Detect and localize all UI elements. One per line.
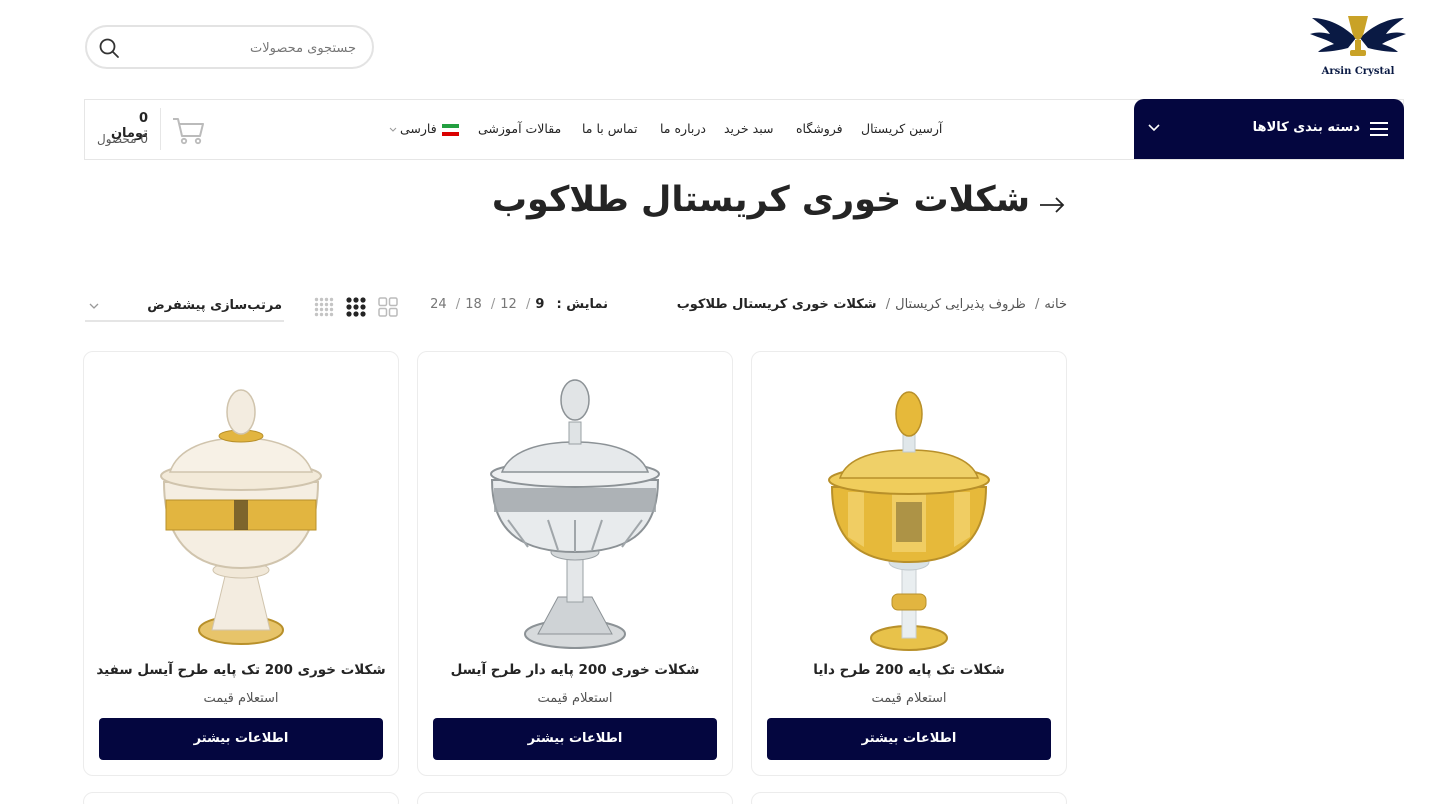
product-price: استعلام قیمت [871,691,947,706]
product-image-crystal-candy-dish[interactable] [418,372,732,657]
nav-item-cart[interactable]: سبد خرید [724,121,773,136]
cart-count: 0 محصول [97,132,148,146]
chevron-down-icon [89,303,99,309]
product-card[interactable]: شکلات تک پایه 200 طرح دایا استعلام قیمت … [751,351,1067,776]
nav-item-arsin-crystal[interactable]: آرسین کریستال [861,121,942,136]
sort-selected-label: مرتب‌سازی پیشفرض [147,298,282,313]
categories-label: دسته بندی کالاها [1252,120,1360,135]
product-image-white-gold-candy-dish[interactable] [84,372,398,657]
iran-flag-icon [442,124,459,136]
per-page-separator: / [490,297,496,312]
categories-dropdown[interactable]: دسته بندی کالاها [1134,99,1404,159]
per-page-separator: / [525,297,531,312]
nav-item-articles[interactable]: مقالات آموزشی [478,121,561,136]
product-card[interactable] [83,792,399,804]
breadcrumb-separator: / [885,297,891,312]
per-page-option[interactable]: 9 [535,297,544,312]
product-title[interactable]: شکلات خوری 200 پایه دار طرح آیسل [428,662,722,678]
breadcrumb-home[interactable]: خانه [1044,297,1067,312]
product-price: استعلام قیمت [203,691,279,706]
menu-icon [1370,122,1388,136]
per-page-label: نمایش : [556,297,608,312]
cart-divider [160,108,161,150]
chevron-down-icon [389,127,397,132]
product-title[interactable]: شکلات تک پایه 200 طرح دایا [762,662,1056,678]
more-info-button[interactable]: اطلاعات بیشتر [433,718,717,760]
search-bar [85,25,374,69]
more-info-button[interactable]: اطلاعات بیشتر [99,718,383,760]
breadcrumb: خانه / ظروف پذیرایی کریستال / شکلات خوری ک… [660,297,1067,312]
search-input[interactable] [156,37,356,59]
search-icon[interactable] [98,37,120,59]
product-card[interactable] [751,792,1067,804]
grid-3-icon[interactable] [346,297,366,317]
breadcrumb-separator: / [1035,297,1040,312]
nav-item-shop[interactable]: فروشگاه [796,121,843,136]
page-title: شکلات خوری کریستال طلاکوب [491,180,1030,220]
more-info-button[interactable]: اطلاعات بیشتر [767,718,1051,760]
language-selector[interactable]: فارسی [400,121,437,136]
grid-4-icon[interactable] [314,297,334,317]
nav-item-about[interactable]: درباره ما [660,121,706,136]
per-page-option[interactable]: 12 [500,297,517,312]
arrow-right-icon[interactable] [1038,193,1066,217]
nav-item-contact[interactable]: تماس با ما [582,121,638,136]
product-card[interactable]: شکلات خوری 200 پایه دار طرح آیسل استعلام… [417,351,733,776]
cart-icon[interactable] [172,114,206,146]
per-page-selector: نمایش : 9 / 12 / 18 / 24 [428,297,608,312]
grid-2-icon[interactable] [378,297,398,317]
product-card[interactable] [417,792,733,804]
sort-select[interactable]: مرتب‌سازی پیشفرض [85,292,284,322]
product-price: استعلام قیمت [537,691,613,706]
product-image-gold-candy-dish[interactable] [752,372,1066,657]
product-card[interactable]: شکلات خوری 200 تک پایه طرح آیسل سفید است… [83,351,399,776]
breadcrumb-current: شکلات خوری کریستال طلاکوب [676,297,877,312]
chevron-down-icon [1148,124,1160,132]
logo-text: Arsin Crystal [1321,66,1395,77]
per-page-option[interactable]: 24 [430,297,447,312]
breadcrumb-category[interactable]: ظروف پذیرایی کریستال [895,297,1026,312]
per-page-option[interactable]: 18 [465,297,482,312]
per-page-separator: / [455,297,461,312]
product-title[interactable]: شکلات خوری 200 تک پایه طرح آیسل سفید [94,662,388,678]
